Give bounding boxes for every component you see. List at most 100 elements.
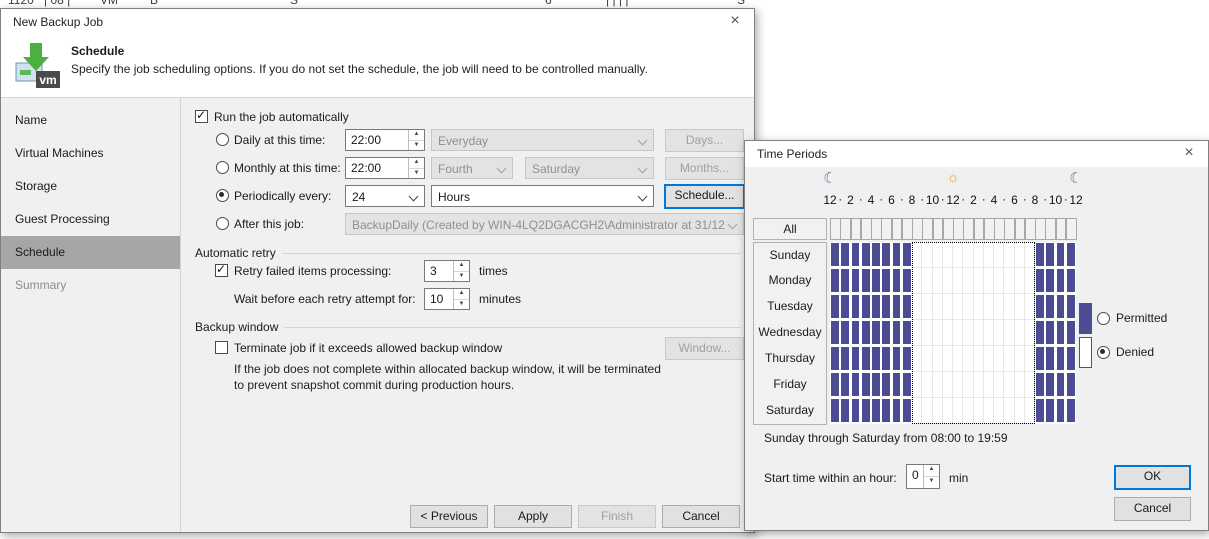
time-cell-permitted[interactable] xyxy=(872,321,880,344)
time-cell-denied[interactable] xyxy=(963,346,973,372)
time-cell-permitted[interactable] xyxy=(1057,399,1065,422)
daily-radio[interactable] xyxy=(216,133,229,146)
time-cell-permitted[interactable] xyxy=(852,347,860,370)
periodically-radio[interactable] xyxy=(216,189,229,202)
all-hour-cell[interactable] xyxy=(963,218,974,240)
time-cell-denied[interactable] xyxy=(1025,294,1035,320)
time-cell-permitted[interactable] xyxy=(1057,321,1065,344)
time-cell-denied[interactable] xyxy=(943,346,953,372)
time-cell-denied[interactable] xyxy=(953,372,963,398)
tp-cancel-button[interactable]: Cancel xyxy=(1114,497,1191,521)
time-cell-permitted[interactable] xyxy=(831,373,839,396)
sidebar-item-name[interactable]: Name xyxy=(1,104,180,137)
time-cell-permitted[interactable] xyxy=(1067,269,1075,292)
time-cell-permitted[interactable] xyxy=(1057,295,1065,318)
time-cell-permitted[interactable] xyxy=(852,269,860,292)
time-cell-denied[interactable] xyxy=(943,320,953,346)
time-cell-permitted[interactable] xyxy=(1057,269,1065,292)
monthly-radio[interactable] xyxy=(216,161,229,174)
time-cell-denied[interactable] xyxy=(933,372,943,398)
time-cell-permitted[interactable] xyxy=(882,243,890,266)
time-cell-permitted[interactable] xyxy=(1036,243,1044,266)
previous-button[interactable]: < Previous xyxy=(410,505,488,528)
time-cell-permitted[interactable] xyxy=(831,347,839,370)
time-cell-permitted[interactable] xyxy=(1067,243,1075,266)
all-hour-cell[interactable] xyxy=(1015,218,1026,240)
time-cell-permitted[interactable] xyxy=(852,399,860,422)
all-hour-cell[interactable] xyxy=(851,218,862,240)
time-cell-permitted[interactable] xyxy=(841,321,849,344)
time-cell-denied[interactable] xyxy=(994,398,1004,424)
sidebar-item-schedule[interactable]: Schedule xyxy=(1,236,180,269)
time-cell-permitted[interactable] xyxy=(831,399,839,422)
time-cell-denied[interactable] xyxy=(1004,242,1014,268)
spinner-arrows-icon[interactable]: ▲▼ xyxy=(453,261,469,281)
time-cell-permitted[interactable] xyxy=(872,295,880,318)
time-cell-denied[interactable] xyxy=(984,346,994,372)
time-cell-permitted[interactable] xyxy=(841,295,849,318)
time-cell-denied[interactable] xyxy=(1015,294,1025,320)
all-hour-cell[interactable] xyxy=(1035,218,1046,240)
time-cell-permitted[interactable] xyxy=(862,295,870,318)
time-cell-permitted[interactable] xyxy=(893,373,901,396)
time-cell-permitted[interactable] xyxy=(882,373,890,396)
time-cell-denied[interactable] xyxy=(1025,398,1035,424)
time-cell-permitted[interactable] xyxy=(1046,399,1054,422)
day-row-label[interactable]: Saturday xyxy=(753,398,827,425)
time-cell-denied[interactable] xyxy=(963,294,973,320)
spinner-arrows-icon[interactable]: ▲▼ xyxy=(408,158,424,178)
spinner-arrows-icon[interactable]: ▲▼ xyxy=(408,130,424,150)
time-cell-denied[interactable] xyxy=(974,268,984,294)
time-cell-denied[interactable] xyxy=(933,242,943,268)
time-cell-denied[interactable] xyxy=(933,346,943,372)
time-cell-denied[interactable] xyxy=(984,372,994,398)
time-cell-denied[interactable] xyxy=(953,242,963,268)
retry-checkbox[interactable]: ✓ xyxy=(215,264,228,277)
terminate-checkbox[interactable]: ✓ xyxy=(215,341,228,354)
time-cell-denied[interactable] xyxy=(994,320,1004,346)
time-cell-denied[interactable] xyxy=(1004,268,1014,294)
time-cell-permitted[interactable] xyxy=(852,373,860,396)
time-cell-permitted[interactable] xyxy=(1046,269,1054,292)
time-cell-permitted[interactable] xyxy=(1067,373,1075,396)
time-cell-permitted[interactable] xyxy=(841,243,849,266)
all-hour-cell[interactable] xyxy=(933,218,944,240)
all-hour-cell[interactable] xyxy=(974,218,985,240)
retry-count-spinner[interactable]: 3 ▲▼ xyxy=(424,260,470,282)
time-cell-permitted[interactable] xyxy=(1067,399,1075,422)
time-cell-permitted[interactable] xyxy=(872,347,880,370)
time-cell-denied[interactable] xyxy=(1004,320,1014,346)
time-cell-permitted[interactable] xyxy=(872,399,880,422)
time-cell-permitted[interactable] xyxy=(1057,347,1065,370)
time-cell-denied[interactable] xyxy=(912,398,922,424)
all-hour-cell[interactable] xyxy=(912,218,923,240)
all-hour-cell[interactable] xyxy=(994,218,1005,240)
time-cell-denied[interactable] xyxy=(1004,398,1014,424)
time-cell-denied[interactable] xyxy=(933,320,943,346)
time-cell-denied[interactable] xyxy=(953,398,963,424)
time-cell-denied[interactable] xyxy=(953,320,963,346)
time-cell-denied[interactable] xyxy=(943,398,953,424)
time-cell-denied[interactable] xyxy=(922,346,932,372)
time-cell-permitted[interactable] xyxy=(831,295,839,318)
time-cell-denied[interactable] xyxy=(922,268,932,294)
time-cell-denied[interactable] xyxy=(912,372,922,398)
time-cell-permitted[interactable] xyxy=(831,243,839,266)
time-cell-denied[interactable] xyxy=(1015,398,1025,424)
time-cell-denied[interactable] xyxy=(984,398,994,424)
time-cell-permitted[interactable] xyxy=(903,399,911,422)
all-hour-cell[interactable] xyxy=(902,218,913,240)
time-cell-denied[interactable] xyxy=(963,242,973,268)
spinner-arrows-icon[interactable]: ▲▼ xyxy=(923,465,939,488)
time-cell-permitted[interactable] xyxy=(862,399,870,422)
all-hour-cell[interactable] xyxy=(1056,218,1067,240)
day-row-label[interactable]: Wednesday xyxy=(753,320,827,347)
time-cell-denied[interactable] xyxy=(922,242,932,268)
time-cell-denied[interactable] xyxy=(984,294,994,320)
all-hour-cell[interactable] xyxy=(984,218,995,240)
time-cell-denied[interactable] xyxy=(922,372,932,398)
time-cell-permitted[interactable] xyxy=(882,399,890,422)
time-cell-permitted[interactable] xyxy=(1057,373,1065,396)
time-cell-permitted[interactable] xyxy=(1036,295,1044,318)
permitted-radio[interactable] xyxy=(1097,312,1110,325)
